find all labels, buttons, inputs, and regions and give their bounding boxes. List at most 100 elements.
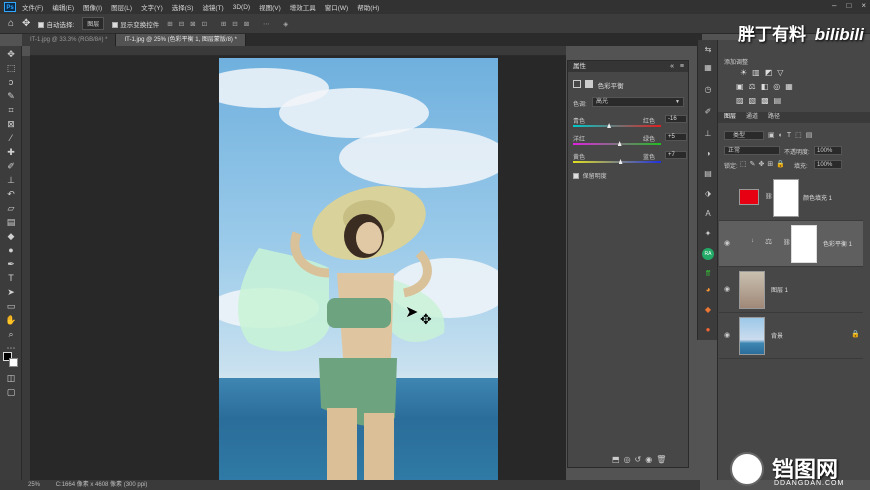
- reset-icon[interactable]: ↺: [635, 455, 646, 464]
- preserve-luminosity-checkbox[interactable]: 保留明度: [573, 171, 607, 180]
- plugin-green-icon[interactable]: ✦: [702, 228, 714, 240]
- zoom-level[interactable]: 25%: [28, 482, 40, 488]
- libraries-icon[interactable]: ▤: [702, 168, 714, 180]
- plugin-color-wheel-icon[interactable]: ◕: [702, 284, 714, 296]
- tab-channels[interactable]: 通道: [746, 112, 758, 123]
- panel-menu-icon[interactable]: ≡: [680, 61, 684, 72]
- history-icon[interactable]: ◷: [702, 84, 714, 96]
- lock-icons[interactable]: ⬚✎✥⊞🔒: [740, 160, 788, 168]
- character-icon[interactable]: A: [702, 208, 714, 220]
- lasso-tool-icon[interactable]: ↄ: [5, 76, 17, 88]
- menu-file[interactable]: 文件(F): [22, 2, 43, 12]
- mask-icon[interactable]: [584, 80, 593, 88]
- path-select-tool-icon[interactable]: ➤: [5, 286, 17, 298]
- slider-value-field[interactable]: -16: [665, 115, 687, 123]
- quick-select-tool-icon[interactable]: ✎: [5, 90, 17, 102]
- tone-dropdown[interactable]: 高光 ▼: [592, 97, 684, 107]
- hand-tool-icon[interactable]: ✋: [5, 314, 17, 326]
- magenta-green-slider[interactable]: 洋红 绿色 +5: [573, 133, 687, 148]
- auto-select-dropdown[interactable]: 图层: [82, 17, 105, 30]
- marquee-tool-icon[interactable]: ⬚: [5, 62, 17, 74]
- dodge-tool-icon[interactable]: ●: [5, 244, 17, 256]
- align-icons[interactable]: ⊞⊟⊠⊡ ⊞⊟⊠ ⋯ ◈: [167, 20, 294, 28]
- eraser-tool-icon[interactable]: ▱: [5, 202, 17, 214]
- minimize-icon[interactable]: –: [832, 1, 836, 10]
- home-icon[interactable]: ⌂: [8, 18, 14, 29]
- slider-value-field[interactable]: +5: [665, 133, 687, 141]
- layer-filter-dropdown[interactable]: 类型: [724, 131, 764, 140]
- tab-layers[interactable]: 图层: [724, 112, 736, 123]
- gradient-tool-icon[interactable]: ▤: [5, 216, 17, 228]
- plugin-ra-icon[interactable]: RA: [702, 248, 714, 260]
- tab-paths[interactable]: 路径: [768, 112, 780, 123]
- menu-3d[interactable]: 3D(D): [233, 4, 250, 11]
- type-tool-icon[interactable]: T: [5, 272, 17, 284]
- eye-icon[interactable]: ◉: [724, 331, 730, 339]
- auto-select-checkbox[interactable]: 自动选择:: [38, 19, 74, 29]
- layer-color-fill[interactable]: ⛓ 颜色填充 1: [719, 175, 863, 221]
- move-tool-icon[interactable]: ✥: [22, 18, 30, 29]
- eye-icon[interactable]: ◉: [724, 285, 730, 293]
- close-icon[interactable]: ×: [861, 1, 866, 10]
- plugin-dot-icon[interactable]: ●: [702, 324, 714, 336]
- visibility-icon[interactable]: ◉: [645, 455, 656, 464]
- screen-mode-icon[interactable]: ▢: [5, 386, 17, 398]
- eyedropper-tool-icon[interactable]: ⁄: [5, 132, 17, 144]
- menu-type[interactable]: 文字(Y): [141, 2, 163, 12]
- adjustments-icon[interactable]: ◑: [702, 148, 714, 160]
- layer-background[interactable]: ◉ 背景 🔒: [719, 313, 863, 359]
- menu-select[interactable]: 选择(S): [172, 2, 194, 12]
- opacity-input[interactable]: 100%: [814, 146, 842, 155]
- clone-source-icon[interactable]: ⊥: [702, 128, 714, 140]
- slider-value-field[interactable]: +7: [665, 151, 687, 159]
- clone-stamp-tool-icon[interactable]: ⊥: [5, 174, 17, 186]
- menu-edit[interactable]: 编辑(E): [52, 2, 74, 12]
- swap-icon[interactable]: ⇆: [702, 44, 714, 56]
- blur-tool-icon[interactable]: ◆: [5, 230, 17, 242]
- slider-track[interactable]: [573, 125, 661, 127]
- slider-track[interactable]: [573, 143, 661, 145]
- slider-track[interactable]: [573, 161, 661, 163]
- menu-plugins[interactable]: 增效工具: [290, 2, 316, 12]
- styles-icon[interactable]: ⬗: [702, 188, 714, 200]
- plugin-fox-icon[interactable]: ◆: [702, 304, 714, 316]
- clip-to-layer-icon[interactable]: ⬒: [612, 455, 624, 464]
- healing-tool-icon[interactable]: ✚: [5, 146, 17, 158]
- pen-tool-icon[interactable]: ✒: [5, 258, 17, 270]
- blend-mode-dropdown[interactable]: 正常: [724, 146, 780, 155]
- brush-settings-icon[interactable]: ✐: [702, 106, 714, 118]
- maximize-icon[interactable]: □: [846, 1, 851, 10]
- yellow-blue-slider[interactable]: 黄色 蓝色 +7: [573, 151, 687, 166]
- fill-input[interactable]: 100%: [814, 160, 842, 169]
- move-tool-icon[interactable]: ✥: [5, 48, 17, 60]
- adjustment-icons-row-1[interactable]: ☀▥◩▽: [740, 68, 788, 77]
- show-transform-checkbox[interactable]: 显示变换控件: [112, 19, 159, 29]
- panel-collapse-icon[interactable]: «: [670, 61, 674, 72]
- layer-1[interactable]: ◉ 图层 1: [719, 267, 863, 313]
- eye-icon[interactable]: ◉: [724, 239, 730, 247]
- canvas-image[interactable]: [219, 58, 498, 480]
- layer-filter-icons[interactable]: ▣◐T⬚▤: [768, 131, 816, 139]
- cyan-red-slider[interactable]: 青色 红色 -16: [573, 115, 687, 130]
- layer-color-balance[interactable]: ◉ ↓ ⚖ ⛓ 色彩平衡 1: [719, 221, 863, 267]
- menu-help[interactable]: 帮助(H): [357, 2, 379, 12]
- menu-image[interactable]: 图像(I): [83, 2, 102, 12]
- crop-tool-icon[interactable]: ⌗: [5, 104, 17, 116]
- adjustment-icons-row-3[interactable]: ▨▧▩▤: [736, 96, 786, 105]
- quick-mask-icon[interactable]: ◫: [5, 372, 17, 384]
- rectangle-tool-icon[interactable]: ▭: [5, 300, 17, 312]
- color-panel-icon[interactable]: ▦: [702, 62, 714, 74]
- delete-icon[interactable]: 🗑: [656, 455, 670, 464]
- adjustment-icons-row-2[interactable]: ▣⚖◧◎▦: [736, 82, 798, 91]
- frame-tool-icon[interactable]: ⊠: [5, 118, 17, 130]
- menu-filter[interactable]: 滤镜(T): [202, 2, 223, 12]
- view-previous-icon[interactable]: ◎: [624, 455, 635, 464]
- menu-window[interactable]: 窗口(W): [325, 2, 348, 12]
- tab-document-1[interactable]: IT-1.jpg @ 33.3% (RGB/8#) *: [22, 34, 117, 46]
- background-color-swatch[interactable]: [9, 358, 18, 367]
- plugin-ff-icon[interactable]: ff: [702, 268, 714, 280]
- history-brush-tool-icon[interactable]: ↶: [5, 188, 17, 200]
- tab-document-2[interactable]: IT-1.jpg @ 25% (色彩平衡 1, 图层蒙版/8) *: [116, 34, 246, 46]
- zoom-tool-icon[interactable]: ⌕: [5, 328, 17, 340]
- brush-tool-icon[interactable]: ✐: [5, 160, 17, 172]
